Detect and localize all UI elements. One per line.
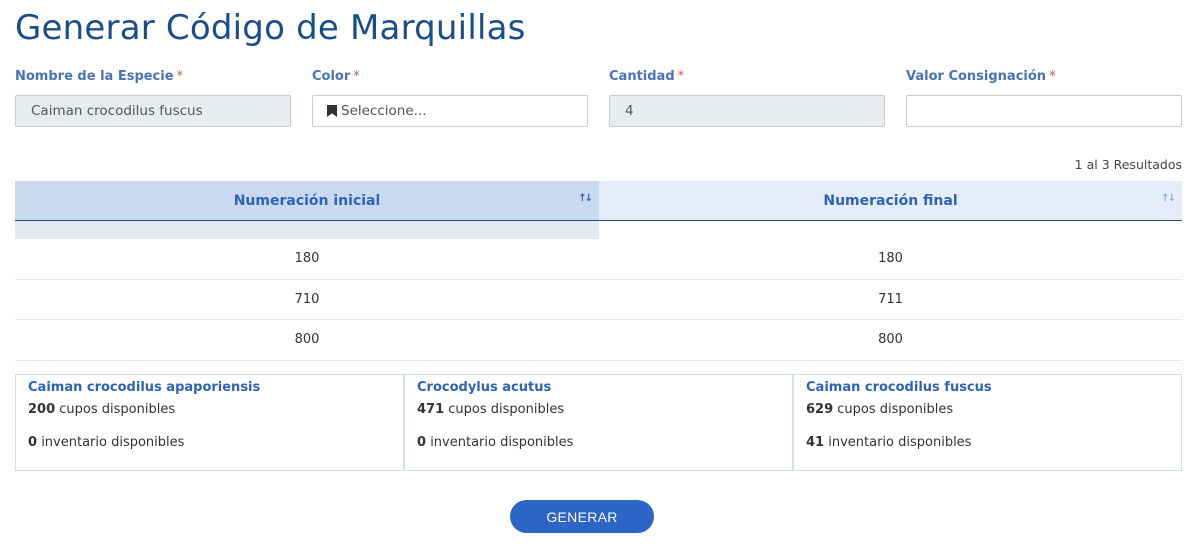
sort-icon[interactable]: ↑↓: [578, 193, 593, 204]
summary-card: Caiman crocodilus fuscus 629 cupos dispo…: [794, 375, 1181, 470]
species-field-group: Nombre de la Especie * Caiman crocodilus …: [15, 68, 291, 127]
quota-line: 200 cupos disponibles: [28, 402, 176, 417]
inventory-line: 0 inventario disponibles: [28, 435, 185, 450]
consignment-input[interactable]: [906, 95, 1182, 127]
table-cell: 180: [878, 251, 903, 267]
availability-summary: Caiman crocodilus apaporiensis 200 cupos…: [15, 374, 1182, 471]
color-field-group: Color * Seleccione...: [312, 68, 588, 127]
quantity-field-group: Cantidad * 4: [609, 68, 885, 127]
summary-card: Crocodylus acutus 471 cupos disponibles …: [405, 375, 794, 470]
summary-species-link[interactable]: Caiman crocodilus fuscus: [806, 380, 1169, 398]
color-select-placeholder: Seleccione...: [341, 103, 427, 119]
table-row[interactable]: 710 711: [15, 280, 1182, 320]
table-cell: 800: [878, 332, 903, 348]
table-row[interactable]: 800 800: [15, 320, 1182, 361]
required-mark: *: [353, 69, 360, 84]
table-cell: 800: [294, 332, 320, 348]
quantity-input[interactable]: 4: [609, 95, 885, 127]
column-header-initial[interactable]: Numeración inicial ↑↓: [15, 181, 599, 220]
required-mark: *: [1049, 69, 1056, 84]
column-header-final[interactable]: Numeración final ↑↓: [599, 181, 1182, 220]
bookmark-icon: [327, 105, 337, 117]
quantity-label: Cantidad *: [609, 69, 685, 84]
consignment-field-group: Valor Consignación *: [906, 68, 1182, 127]
quota-line: 629 cupos disponibles: [806, 402, 954, 417]
numbering-table: Numeración inicial ↑↓ Numeración final ↑…: [15, 181, 1182, 361]
inventory-line: 41 inventario disponibles: [806, 435, 972, 450]
table-row[interactable]: 180 180: [15, 239, 1182, 280]
table-cell: 711: [878, 291, 903, 307]
results-count: 1 al 3 Resultados: [1074, 157, 1182, 172]
page-title: Generar Código de Marquillas: [15, 8, 526, 48]
summary-card: Caiman crocodilus apaporiensis 200 cupos…: [16, 375, 405, 470]
filter-row: [15, 221, 599, 239]
species-input[interactable]: Caiman crocodilus fuscus: [15, 95, 291, 127]
required-mark: *: [677, 69, 685, 84]
table-cell: 710: [294, 291, 320, 307]
generate-button[interactable]: GENERAR: [510, 500, 654, 533]
color-select[interactable]: Seleccione...: [312, 95, 588, 127]
table-cell: 180: [294, 251, 320, 267]
color-label: Color *: [312, 69, 360, 84]
required-mark: *: [176, 69, 184, 84]
table-header: Numeración inicial ↑↓ Numeración final ↑…: [15, 181, 1182, 221]
consignment-label: Valor Consignación *: [906, 69, 1056, 84]
inventory-line: 0 inventario disponibles: [417, 435, 574, 450]
species-label: Nombre de la Especie *: [15, 69, 184, 84]
quota-line: 471 cupos disponibles: [417, 402, 565, 417]
summary-species-link[interactable]: Caiman crocodilus apaporiensis: [28, 380, 391, 398]
summary-species-link[interactable]: Crocodylus acutus: [417, 380, 780, 398]
sort-icon[interactable]: ↑↓: [1161, 193, 1176, 204]
